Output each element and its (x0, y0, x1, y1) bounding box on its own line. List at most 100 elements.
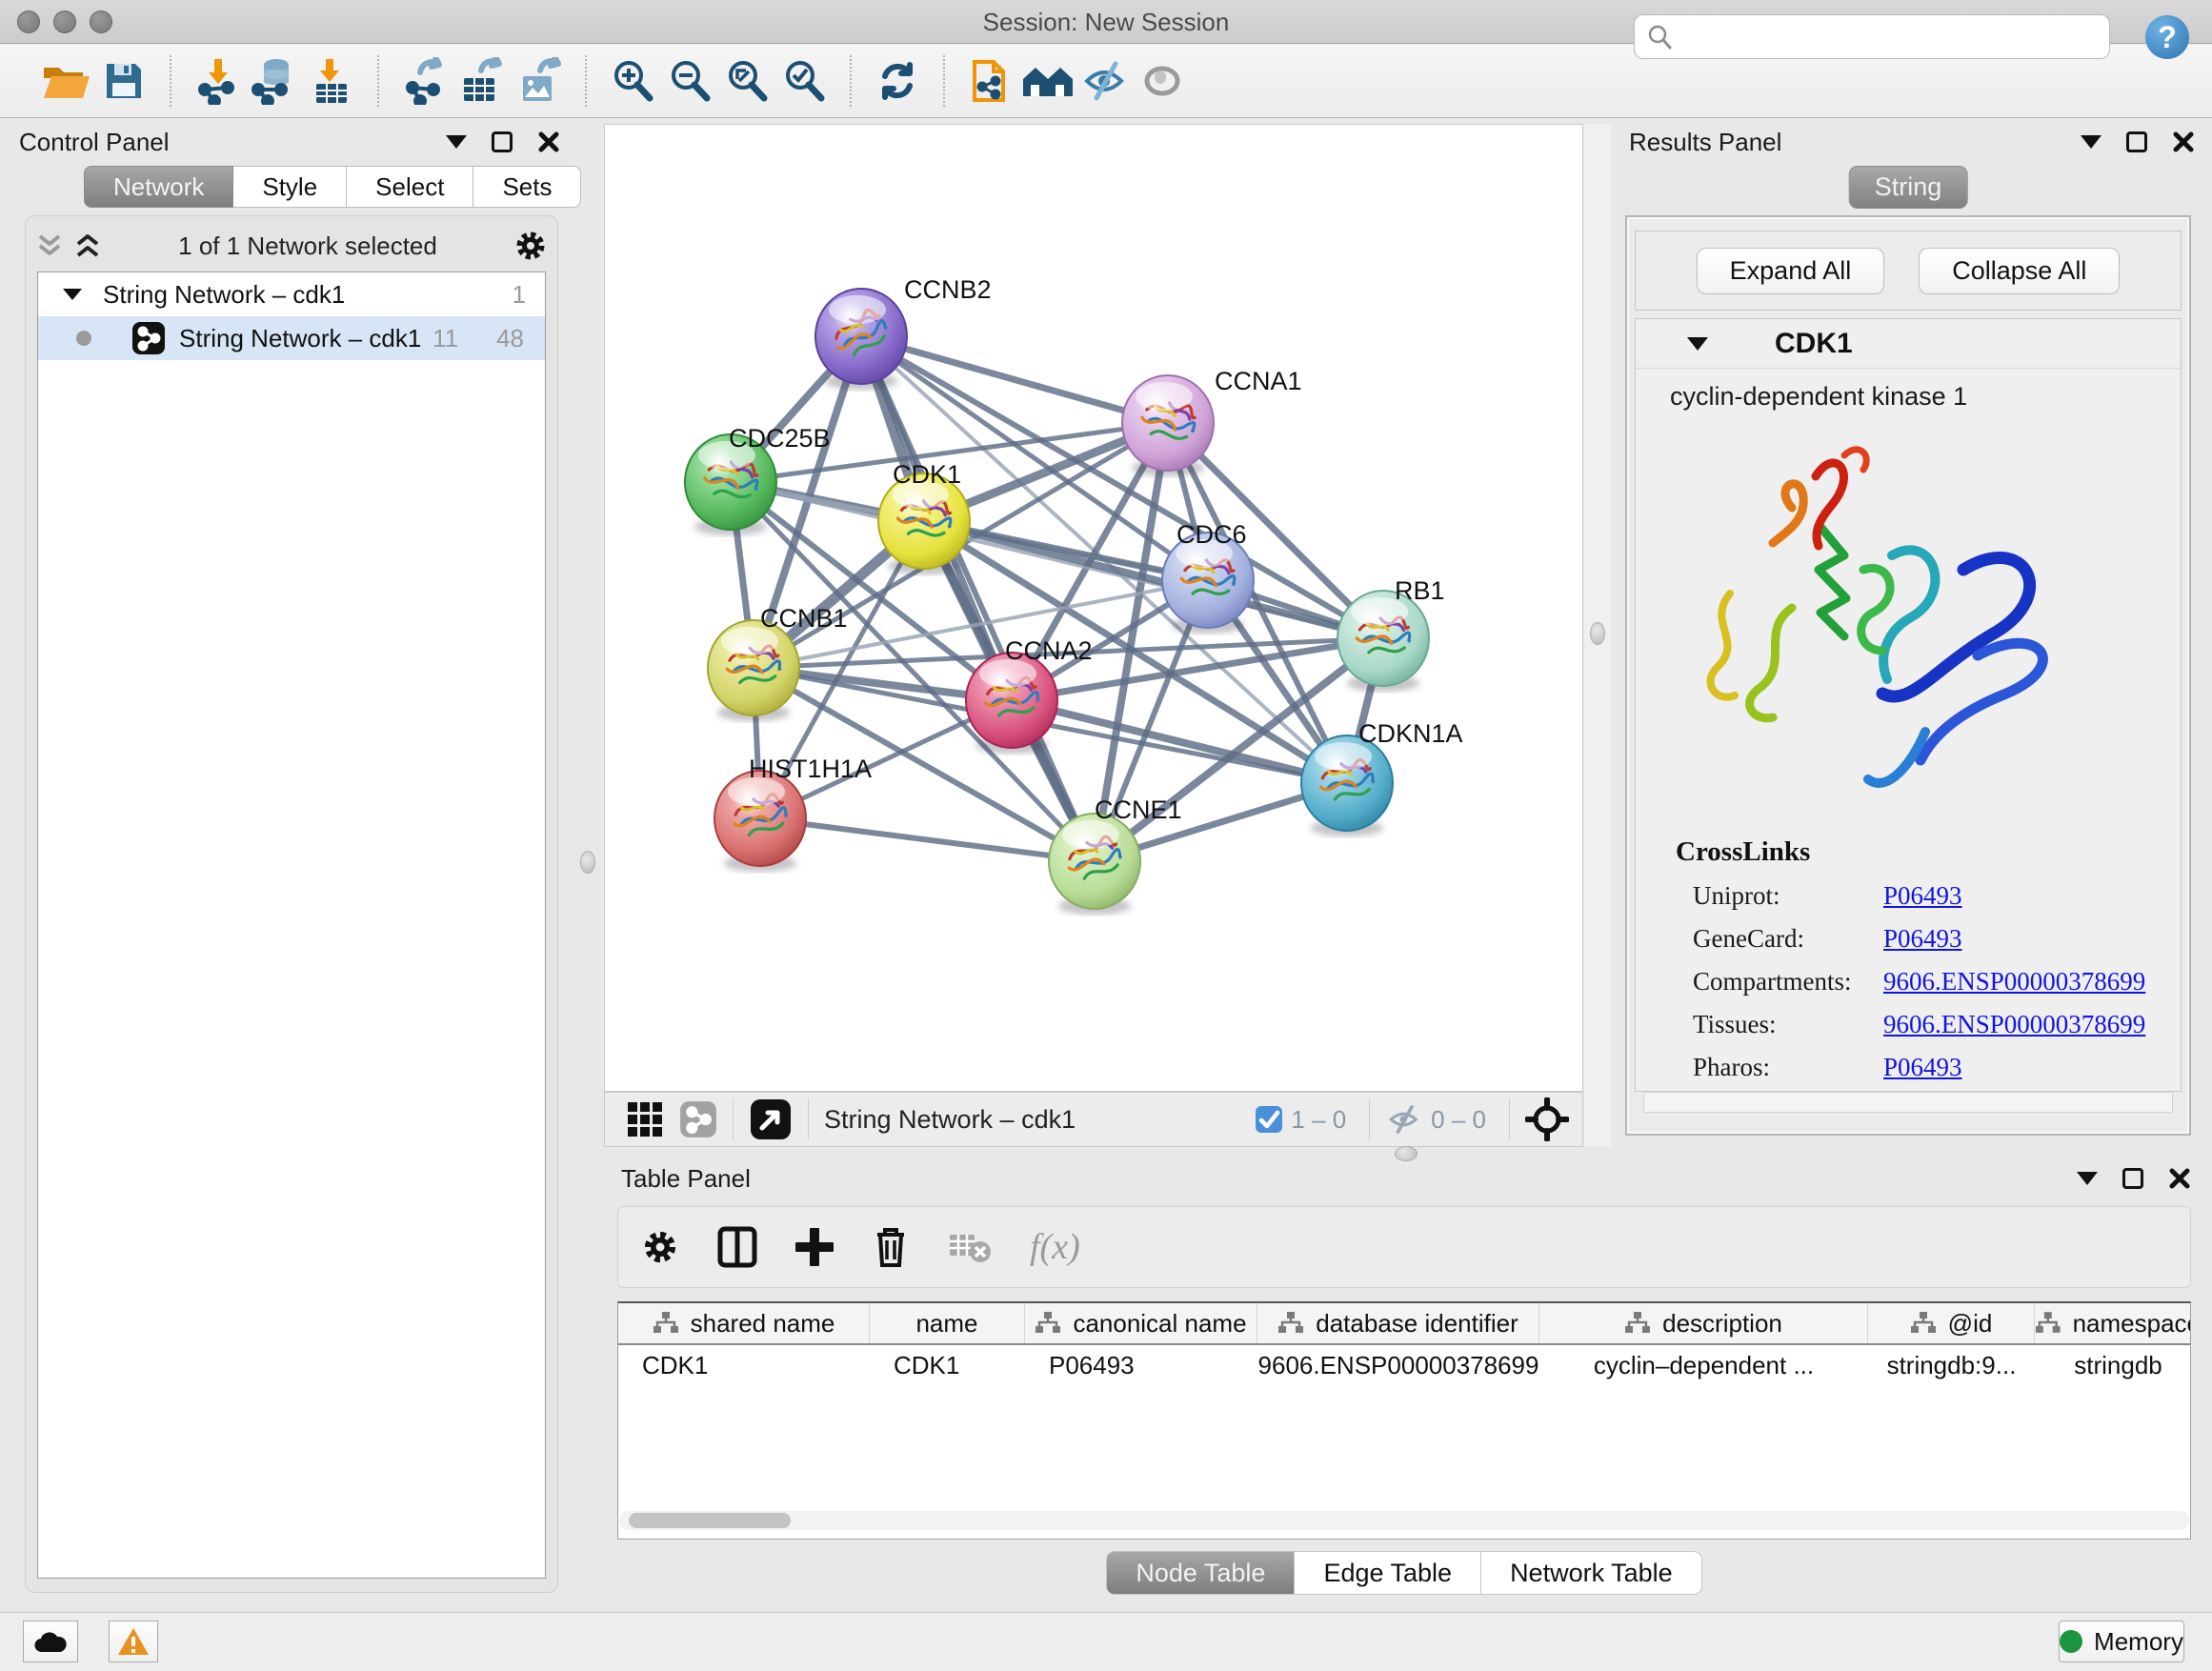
panel-menu-icon[interactable] (2077, 1172, 2098, 1185)
network-row-selected[interactable]: String Network – cdk1 11 48 (38, 316, 545, 360)
column-header-description[interactable]: description (1539, 1303, 1868, 1343)
zoom-in-icon (610, 58, 655, 104)
apply-layout-button[interactable] (869, 52, 926, 110)
function-builder-button[interactable]: f(x) (1030, 1226, 1080, 1268)
export-table-button[interactable] (453, 52, 511, 110)
hidden-eye-slash-icon[interactable] (1385, 1104, 1423, 1135)
column-header-canonical-name[interactable]: canonical name (1025, 1303, 1257, 1343)
table-cell: P06493 (1025, 1345, 1257, 1385)
memory-button[interactable]: Memory (2059, 1621, 2184, 1662)
cloud-button[interactable] (23, 1621, 78, 1662)
tab-node-table[interactable]: Node Table (1106, 1551, 1295, 1595)
warnings-button[interactable] (109, 1621, 158, 1662)
tab-select[interactable]: Select (347, 166, 473, 208)
table-cell: 9606.ENSP00000378699 (1257, 1345, 1539, 1385)
right-splitter-handle[interactable] (1590, 622, 1605, 645)
crosshair-icon[interactable] (1525, 1097, 1569, 1141)
show-graphics-details-button[interactable] (1019, 52, 1076, 110)
network-node-ccnb1[interactable] (708, 620, 799, 721)
node-label-cdkn1a: CDKN1A (1358, 719, 1463, 748)
node-table[interactable]: shared namenamecanonical namedatabase id… (617, 1301, 2191, 1540)
crosslink-link[interactable]: P06493 (1883, 881, 1962, 911)
delete-table-icon[interactable] (948, 1229, 992, 1265)
network-node-cdkn1a[interactable] (1301, 735, 1393, 836)
import-network-from-database-button[interactable] (246, 52, 303, 110)
left-splitter-handle[interactable] (580, 851, 595, 874)
import-table-file-button[interactable] (303, 52, 360, 110)
close-panel-icon[interactable] (537, 131, 560, 153)
selected-checkbox-icon[interactable] (1255, 1105, 1283, 1134)
network-collection-row[interactable]: String Network – cdk1 1 (38, 272, 545, 316)
tab-network[interactable]: Network (84, 166, 233, 208)
close-panel-icon[interactable] (2172, 131, 2195, 153)
crosslink-row: Tissues:9606.ENSP00000378699 (1693, 1010, 2167, 1039)
collapse-all-button[interactable]: Collapse All (1919, 248, 2120, 294)
float-panel-icon[interactable] (492, 131, 513, 152)
node-label-ccne1: CCNE1 (1095, 795, 1182, 824)
panel-menu-icon[interactable] (2081, 135, 2101, 149)
float-panel-icon[interactable] (2126, 131, 2147, 152)
search-icon (1646, 24, 1673, 50)
network-node-hist1h1a[interactable] (714, 771, 806, 872)
tree-expand-icon[interactable] (63, 289, 82, 300)
birds-eye-view-icon[interactable] (749, 1097, 793, 1141)
zoom-fit-button[interactable] (718, 52, 775, 110)
column-header-namespace[interactable]: namespace (2035, 1303, 2191, 1343)
collapse-protein-icon[interactable] (1687, 337, 1708, 351)
network-edge[interactable] (760, 818, 1095, 861)
import-network-file-button[interactable] (189, 52, 246, 110)
scrollbar-thumb[interactable] (629, 1513, 791, 1528)
search-input[interactable] (1673, 24, 2092, 50)
tab-edge-table[interactable]: Edge Table (1295, 1551, 1481, 1595)
export-network-button[interactable] (396, 52, 453, 110)
zoom-out-button[interactable] (661, 52, 718, 110)
zoom-in-button[interactable] (604, 52, 661, 110)
expand-all-icon[interactable] (73, 231, 102, 261)
open-session-button[interactable] (38, 52, 95, 110)
crosslink-link[interactable]: 9606.ENSP00000378699 (1883, 1010, 2145, 1039)
memory-status-dot (2060, 1630, 2082, 1653)
control-panel-title: Control Panel (19, 128, 170, 157)
expand-all-button[interactable]: Expand All (1697, 248, 1885, 294)
grid-view-icon[interactable] (626, 1100, 664, 1138)
add-column-icon[interactable] (795, 1228, 834, 1266)
network-canvas[interactable]: CCNB2CCNA1CDC25BCDK1CDC6RB1CCNB1CCNA2CDK… (604, 124, 1583, 1092)
panel-menu-icon[interactable] (446, 135, 467, 149)
zoom-selected-button[interactable] (775, 52, 833, 110)
network-node-rb1[interactable] (1337, 591, 1429, 692)
toolbar-separator (943, 55, 945, 107)
crosslink-link[interactable]: P06493 (1883, 924, 1962, 954)
select-columns-icon[interactable] (717, 1226, 757, 1268)
network-node-ccne1[interactable] (1049, 814, 1140, 915)
column-header--id[interactable]: @id (1868, 1303, 2035, 1343)
table-row[interactable]: CDK1CDK1P064939606.ENSP00000378699cyclin… (618, 1345, 2190, 1385)
clone-network-button[interactable] (962, 52, 1019, 110)
crosslink-link[interactable]: P06493 (1883, 1053, 1962, 1082)
column-header-database-identifier[interactable]: database identifier (1257, 1303, 1539, 1343)
tab-sets[interactable]: Sets (473, 166, 581, 208)
column-header-shared-name[interactable]: shared name (618, 1303, 870, 1343)
float-panel-icon[interactable] (2122, 1168, 2143, 1189)
tab-network-table[interactable]: Network Table (1481, 1551, 1702, 1595)
network-node-ccna1[interactable] (1122, 375, 1214, 476)
hide-panel-button[interactable] (1076, 52, 1134, 110)
gear-icon[interactable] (513, 229, 548, 263)
tab-style[interactable]: Style (233, 166, 347, 208)
toolbar-search[interactable] (1634, 14, 2110, 59)
string-view-icon[interactable] (679, 1100, 717, 1138)
help-button[interactable]: ? (2145, 15, 2189, 59)
table-gear-icon[interactable] (641, 1228, 679, 1266)
node-label-ccna2: CCNA2 (1005, 636, 1093, 665)
crosslink-label: Compartments: (1693, 967, 1883, 997)
save-session-button[interactable] (95, 52, 152, 110)
crosslink-link[interactable]: 9606.ENSP00000378699 (1883, 967, 2145, 997)
collapse-all-icon[interactable] (35, 231, 64, 261)
close-panel-icon[interactable] (2168, 1167, 2191, 1190)
network-graph[interactable]: CCNB2CCNA1CDC25BCDK1CDC6RB1CCNB1CCNA2CDK… (605, 125, 1582, 1091)
column-header-name[interactable]: name (870, 1303, 1025, 1343)
export-image-button[interactable] (511, 52, 568, 110)
show-panel-button[interactable] (1134, 52, 1191, 110)
table-horizontal-scrollbar[interactable] (619, 1511, 2189, 1530)
delete-column-icon[interactable] (872, 1225, 910, 1269)
tab-string[interactable]: String (1849, 166, 1968, 209)
